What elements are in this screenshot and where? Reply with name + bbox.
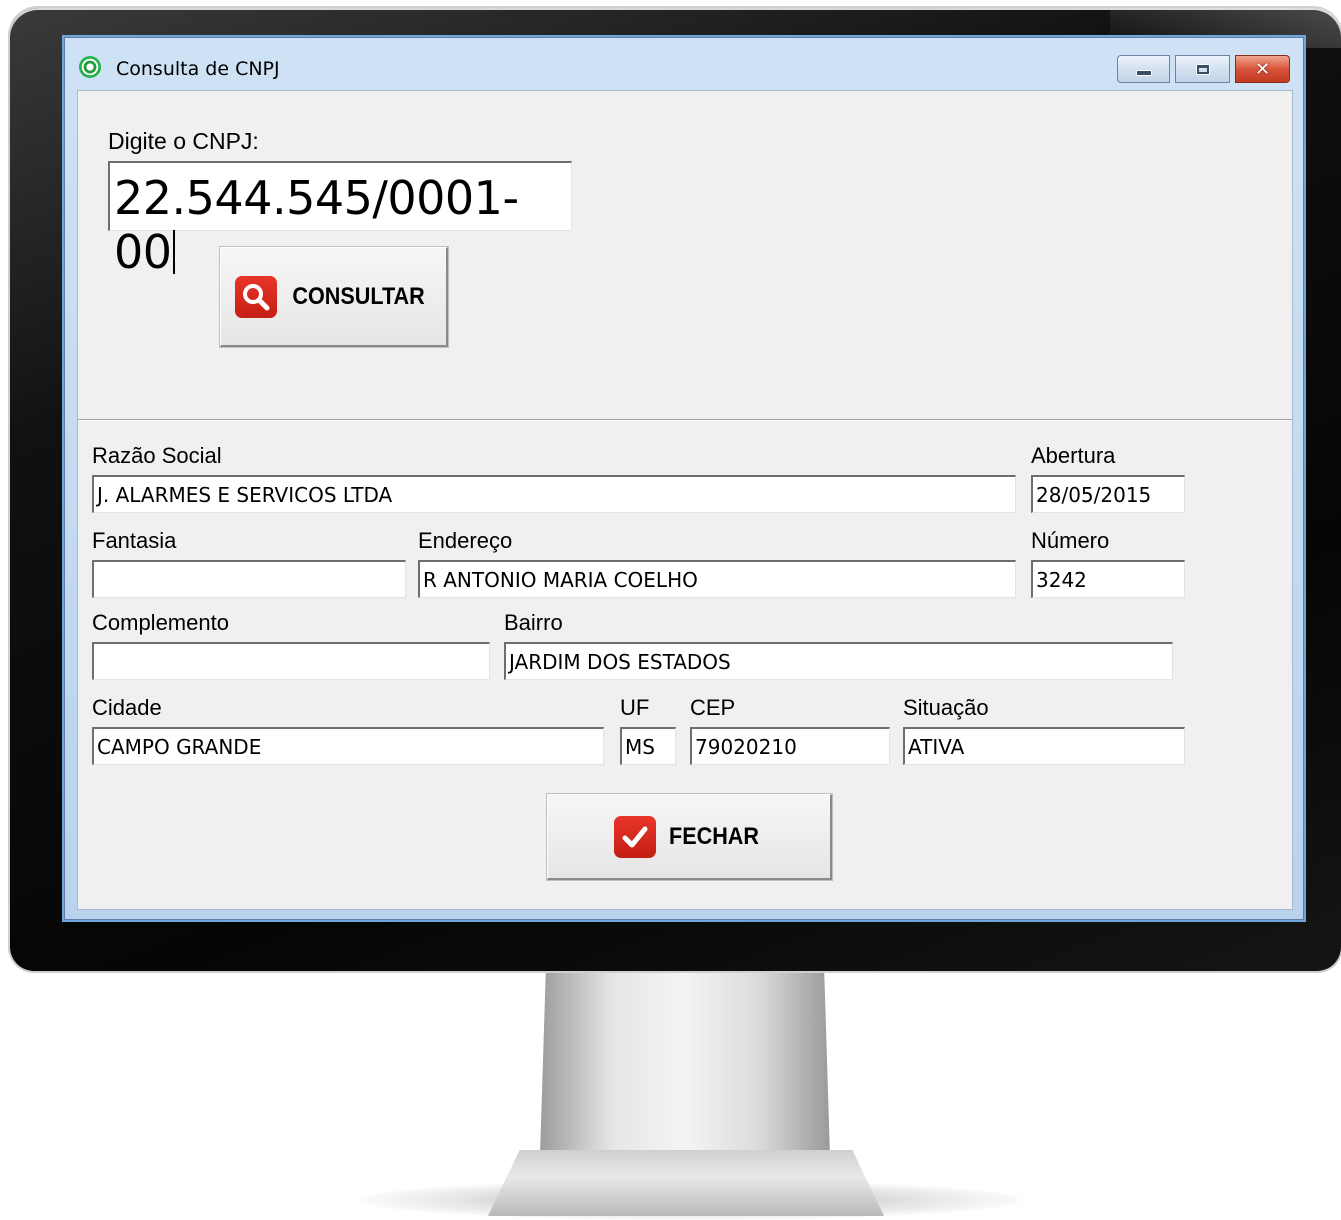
- razao-social-label: Razão Social: [92, 443, 222, 468]
- checkmark-icon: [614, 815, 656, 858]
- monitor-stand-base: [488, 1150, 884, 1216]
- close-window-button[interactable]: ✕: [1235, 55, 1290, 83]
- cnpj-label: Digite o CNPJ:: [108, 128, 259, 154]
- minimize-icon: [1135, 70, 1152, 76]
- maximize-icon: [1196, 64, 1209, 74]
- fechar-button[interactable]: FECHAR: [547, 794, 832, 880]
- cep-label: CEP: [690, 695, 736, 720]
- monitor-stand-neck: [540, 971, 830, 1156]
- app-window: Consulta de CNPJ ✕ Digite o CNPJ: 22.544…: [64, 37, 1304, 920]
- consultar-button-label: CONSULTAR: [292, 282, 425, 310]
- fechar-button-label: FECHAR: [669, 822, 759, 850]
- client-area: Digite o CNPJ: 22.544.545/0001-00 CONSUL…: [77, 90, 1293, 910]
- consultar-button[interactable]: CONSULTAR: [220, 247, 448, 347]
- abertura-field[interactable]: 28/05/2015: [1031, 475, 1185, 513]
- complemento-field[interactable]: [92, 642, 490, 680]
- uf-field[interactable]: MS: [620, 727, 676, 765]
- fantasia-label: Fantasia: [92, 528, 177, 553]
- cidade-label: Cidade: [92, 695, 162, 720]
- section-divider: [78, 419, 1292, 421]
- uf-label: UF: [620, 695, 650, 720]
- abertura-label: Abertura: [1031, 443, 1116, 468]
- situacao-field[interactable]: ATIVA: [903, 727, 1185, 765]
- bairro-field[interactable]: JARDIM DOS ESTADOS: [504, 642, 1173, 680]
- numero-label: Número: [1031, 528, 1110, 553]
- fantasia-field[interactable]: [92, 560, 406, 598]
- text-caret: [172, 230, 175, 274]
- maximize-button[interactable]: [1175, 55, 1230, 83]
- minimize-button[interactable]: [1117, 55, 1170, 83]
- app-icon: [79, 56, 101, 78]
- endereco-label: Endereço: [418, 528, 513, 553]
- magnifier-icon: [234, 275, 277, 318]
- close-icon: ✕: [1254, 58, 1271, 80]
- cidade-field[interactable]: CAMPO GRANDE: [92, 727, 604, 765]
- cnpj-input[interactable]: 22.544.545/0001-00: [108, 161, 572, 279]
- bairro-label: Bairro: [504, 610, 563, 635]
- situacao-label: Situação: [903, 695, 989, 720]
- endereco-field[interactable]: R ANTONIO MARIA COELHO: [418, 560, 1016, 598]
- numero-field[interactable]: 3242: [1031, 560, 1185, 598]
- complemento-label: Complemento: [92, 610, 229, 635]
- title-bar[interactable]: Consulta de CNPJ ✕: [65, 38, 1303, 90]
- razao-social-field[interactable]: J. ALARMES E SERVICOS LTDA: [92, 475, 1016, 513]
- cep-field[interactable]: 79020210: [690, 727, 890, 765]
- window-title: Consulta de CNPJ: [116, 58, 280, 80]
